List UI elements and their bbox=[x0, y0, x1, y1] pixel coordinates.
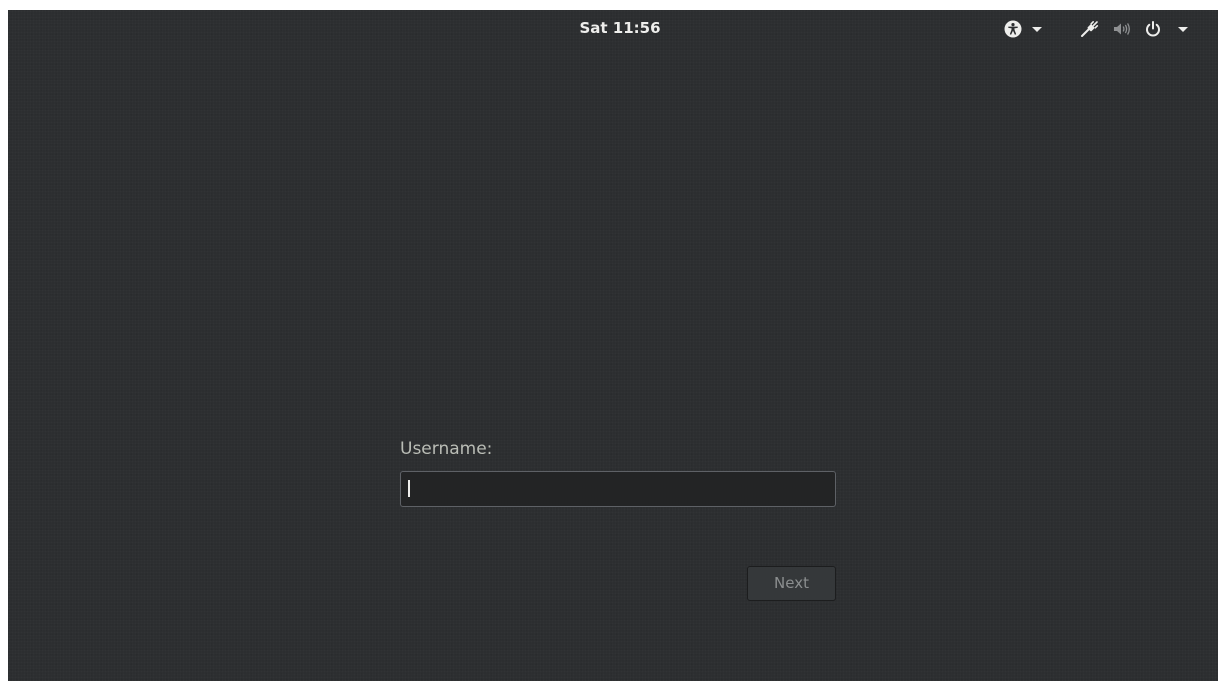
volume-icon bbox=[1112, 21, 1132, 37]
clock[interactable]: Sat 11:56 bbox=[550, 18, 690, 38]
username-entry-wrapper bbox=[400, 471, 836, 507]
username-label: Username: bbox=[400, 439, 493, 459]
chevron-down-icon bbox=[1032, 26, 1042, 32]
system-menu[interactable] bbox=[1080, 19, 1188, 39]
top-bar: Sat 11:56 bbox=[8, 10, 1218, 48]
power-icon bbox=[1144, 20, 1162, 38]
chevron-down-icon bbox=[1178, 26, 1188, 32]
login-dialog: Username: Next bbox=[400, 438, 836, 601]
login-screen: Sat 11:56 Username: Next bbox=[8, 10, 1218, 681]
accessibility-menu[interactable] bbox=[1004, 19, 1042, 39]
network-wired-icon bbox=[1080, 20, 1100, 38]
next-button[interactable]: Next bbox=[747, 566, 836, 601]
username-input[interactable] bbox=[400, 471, 836, 507]
accessibility-icon bbox=[1004, 20, 1022, 38]
text-cursor bbox=[408, 480, 410, 497]
